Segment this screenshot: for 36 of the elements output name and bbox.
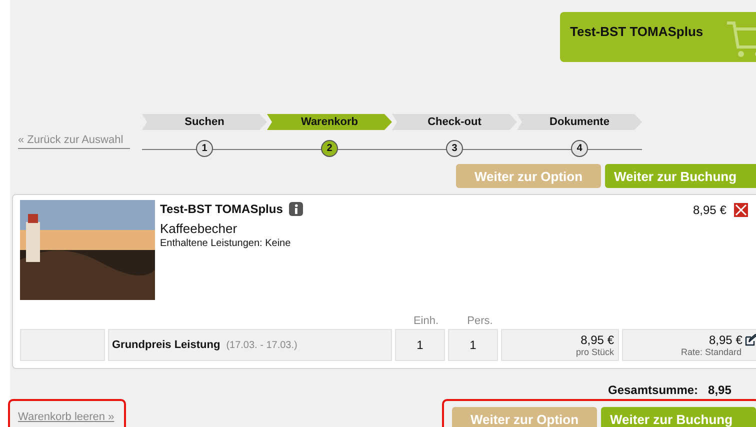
included-services: Enthaltene Leistungen: Keine bbox=[160, 238, 292, 249]
booking-button[interactable]: Weiter zur Buchung bbox=[605, 164, 756, 188]
cart-title: Test-BST TOMASplus bbox=[570, 23, 704, 39]
step-tab[interactable]: Dokumente bbox=[517, 114, 642, 130]
item-title: Test-BST TOMASplus bbox=[160, 202, 283, 216]
back-link[interactable]: « Zurück zur Auswahl bbox=[18, 134, 130, 149]
delete-icon bbox=[734, 203, 748, 217]
unit-note: pro Stück bbox=[576, 347, 614, 357]
step-number: 2 bbox=[321, 140, 338, 157]
step-tab[interactable]: Suchen bbox=[142, 114, 267, 130]
step-number: 1 bbox=[196, 140, 213, 157]
unit-price: 8,95 € bbox=[580, 333, 614, 347]
table-cell: 1 bbox=[448, 329, 498, 361]
option-button[interactable]: Weiter zur Option bbox=[452, 407, 597, 427]
total-price: 8,95 € bbox=[709, 333, 742, 347]
rate-note: Rate: Standard bbox=[680, 347, 742, 357]
column-header: Pers. bbox=[466, 315, 494, 329]
cart-icon bbox=[725, 19, 756, 59]
cart-badge[interactable]: Test-BST TOMASplus bbox=[560, 12, 756, 62]
clear-cart-link[interactable]: Warenkorb leeren » bbox=[18, 411, 114, 423]
service-label: Grundpreis Leistung bbox=[112, 339, 220, 351]
booking-button[interactable]: Weiter zur Buchung bbox=[601, 407, 756, 427]
item-price: 8,95 € bbox=[693, 203, 726, 217]
column-header: Einh. bbox=[412, 315, 440, 329]
total-value: 8,95 bbox=[708, 383, 732, 397]
item-name: Kaffeebecher bbox=[160, 221, 238, 236]
step-tab[interactable]: Check-out bbox=[392, 114, 517, 130]
option-button[interactable]: Weiter zur Option bbox=[456, 164, 601, 188]
edit-icon bbox=[745, 334, 756, 346]
total-label: Gesamtsumme: bbox=[608, 383, 698, 397]
step-number: 4 bbox=[571, 140, 588, 157]
step-tab[interactable]: Warenkorb bbox=[267, 114, 392, 130]
date-range: (17.03. - 17.03.) bbox=[226, 340, 298, 350]
step-number: 3 bbox=[446, 140, 463, 157]
table-cell: 1 bbox=[395, 329, 445, 361]
info-icon bbox=[288, 202, 303, 216]
